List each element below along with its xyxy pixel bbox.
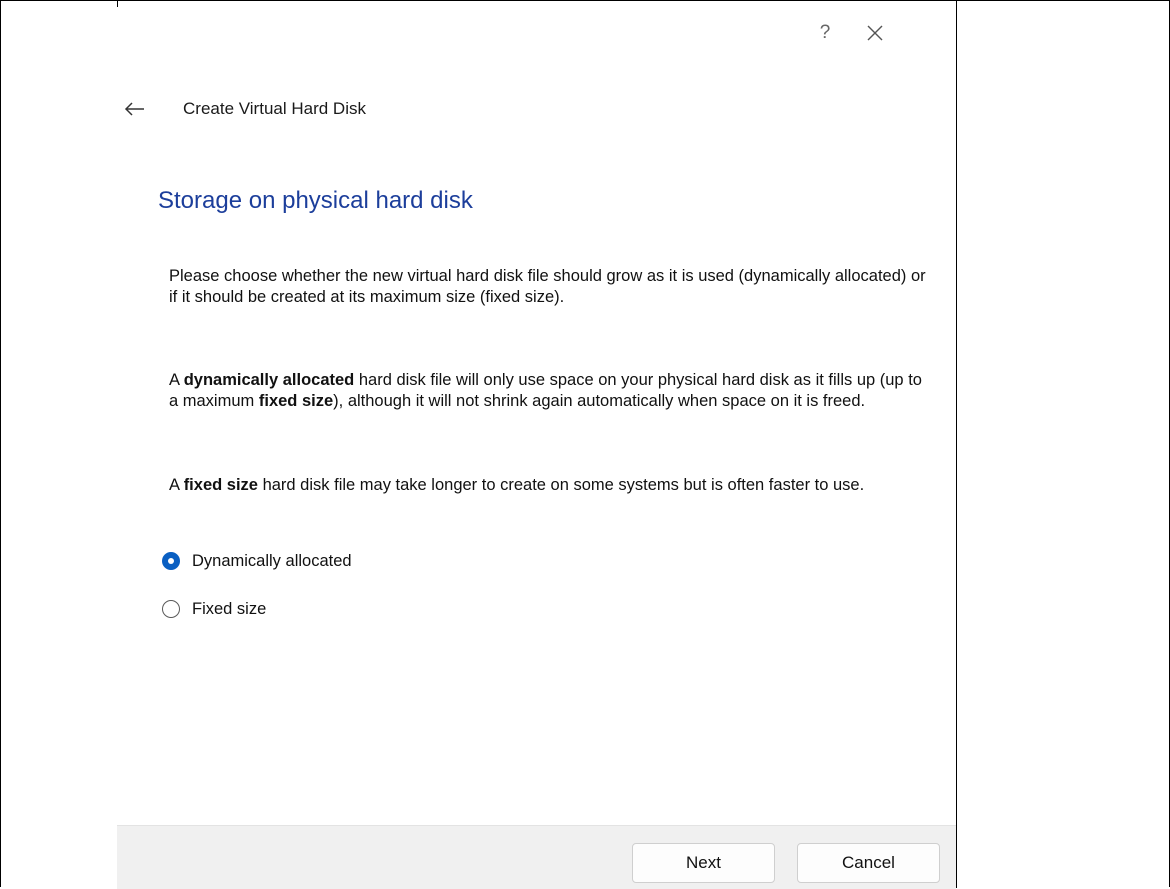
fixed-explanation-paragraph: A fixed size hard disk file may take lon… (169, 475, 929, 496)
arrow-left-icon (124, 102, 144, 116)
dynamic-explanation-paragraph: A dynamically allocated hard disk file w… (169, 370, 929, 412)
bold-term-fixed: fixed size (183, 476, 258, 494)
next-button[interactable]: Next (632, 843, 775, 883)
text-span: A (169, 371, 184, 389)
radio-selected-icon[interactable] (162, 552, 180, 570)
radio-dynamically-allocated[interactable]: Dynamically allocated (162, 549, 352, 573)
radio-label: Dynamically allocated (192, 551, 352, 570)
cancel-button[interactable]: Cancel (797, 843, 940, 883)
text-span: A (169, 476, 184, 494)
bold-term-dynamic: dynamically allocated (183, 371, 355, 389)
wizard-title: Create Virtual Hard Disk (183, 99, 366, 118)
radio-label: Fixed size (192, 599, 267, 618)
close-icon (867, 25, 883, 41)
description-paragraph: Please choose whether the new virtual ha… (169, 267, 926, 306)
page-heading: Storage on physical hard disk (158, 187, 473, 214)
right-divider (956, 0, 957, 888)
button-bar: Next Cancel (117, 825, 956, 889)
help-button[interactable]: ? (815, 21, 835, 45)
close-button[interactable] (861, 21, 889, 45)
create-virtual-hard-disk-dialog: ? Create Virtual Hard Disk Storage on ph… (117, 7, 956, 889)
wizard-header: Create Virtual Hard Disk (117, 95, 956, 123)
text-span: hard disk file may take longer to create… (257, 476, 865, 494)
back-button[interactable] (121, 95, 149, 123)
radio-unselected-icon[interactable] (162, 600, 180, 618)
bold-term-fixed: fixed size (258, 392, 334, 410)
text-span: ), although it will not shrink again aut… (333, 392, 866, 410)
radio-fixed-size[interactable]: Fixed size (162, 597, 266, 621)
